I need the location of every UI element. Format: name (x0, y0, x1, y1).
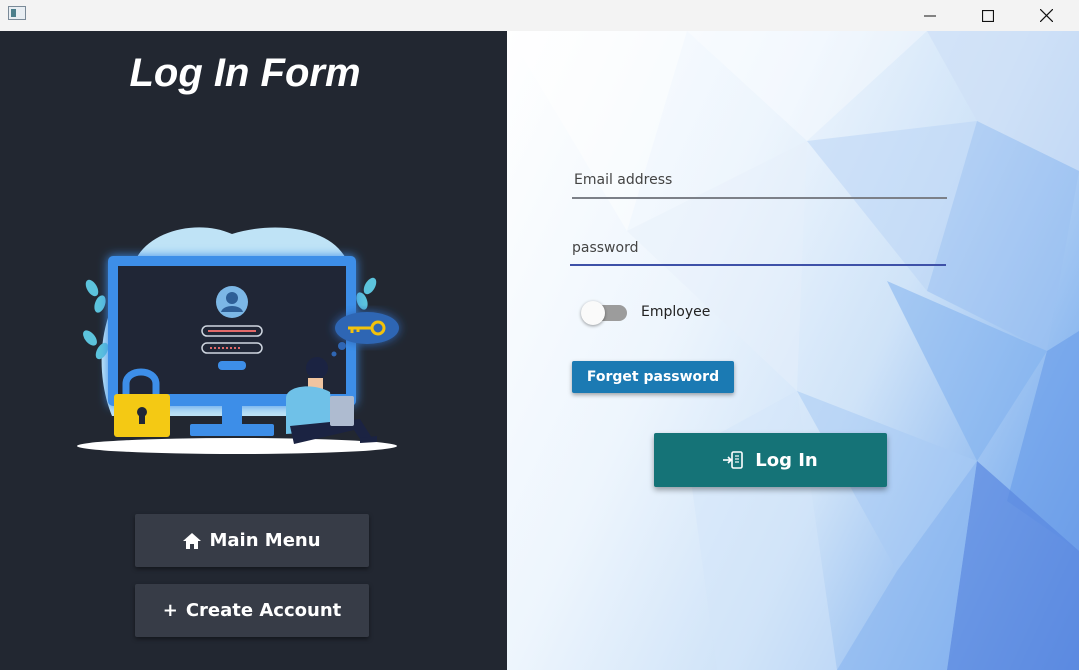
password-field[interactable] (570, 236, 946, 266)
login-computer-illustration (77, 227, 399, 454)
minimize-button[interactable] (901, 0, 959, 31)
email-field[interactable] (572, 167, 947, 199)
minimize-icon (924, 15, 936, 16)
employee-toggle[interactable] (581, 301, 627, 325)
window-title-bar (0, 0, 1079, 31)
maximize-button[interactable] (959, 0, 1017, 31)
close-button[interactable] (1017, 0, 1075, 31)
plus-icon: + (162, 600, 178, 621)
create-account-label: Create Account (185, 600, 342, 621)
maximize-icon (982, 9, 994, 22)
main-menu-label: Main Menu (209, 530, 321, 551)
page-title: Log In Form (129, 51, 361, 95)
home-icon (183, 532, 202, 549)
app-window-icon (8, 6, 26, 20)
right-panel: Employee Forget password Log In (507, 31, 1079, 670)
create-account-button[interactable]: + Create Account (135, 584, 369, 637)
login-button[interactable]: Log In (654, 433, 887, 487)
toggle-knob (581, 301, 605, 325)
close-icon (1039, 9, 1053, 22)
polygon-background (507, 31, 1079, 670)
forget-password-button[interactable]: Forget password (572, 361, 734, 393)
login-label: Log In (755, 449, 818, 471)
main-menu-button[interactable]: Main Menu (135, 514, 369, 567)
login-device-icon (723, 451, 744, 469)
employee-toggle-label: Employee (641, 304, 711, 320)
left-panel: Log In Form Main Menu + Create Account (0, 31, 507, 670)
